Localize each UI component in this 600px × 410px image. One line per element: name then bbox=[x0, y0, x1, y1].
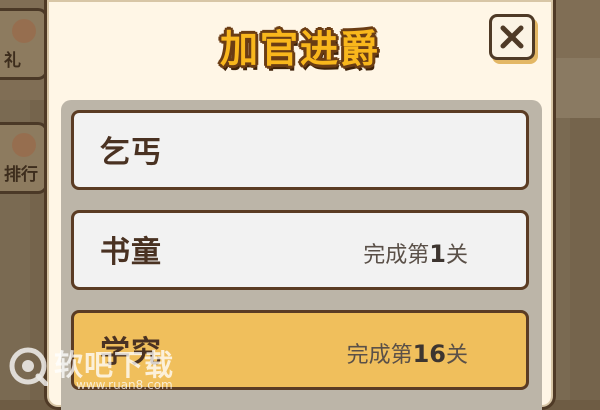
rank-name: 乞丐 bbox=[100, 135, 162, 170]
close-icon bbox=[500, 25, 524, 49]
watermark-url: www.ruan8.com bbox=[76, 378, 173, 392]
gift-icon bbox=[12, 19, 36, 43]
rank-item-beggar[interactable]: 乞丐 bbox=[71, 110, 529, 190]
rank-condition: 完成第16关 bbox=[346, 340, 468, 368]
close-button[interactable] bbox=[489, 14, 535, 60]
background-right-panel bbox=[550, 58, 600, 118]
dialog-title: 加官进爵 bbox=[219, 27, 380, 71]
rank-condition: 完成第1关 bbox=[363, 240, 468, 268]
rank-name: 书童 bbox=[100, 235, 162, 270]
rank-item-page-boy[interactable]: 书童 完成第1关 bbox=[71, 210, 529, 290]
background-gift-label: 礼 bbox=[4, 51, 21, 71]
watermark-logo-icon bbox=[9, 347, 48, 386]
trophy-icon bbox=[12, 133, 36, 157]
background-ranking-label: 排行 bbox=[4, 165, 38, 185]
site-watermark: 软吧下载 www.ruan8.com bbox=[8, 340, 208, 396]
background-ranking-button: 排行 bbox=[0, 122, 48, 194]
background-gift-button: 礼 bbox=[0, 8, 48, 80]
